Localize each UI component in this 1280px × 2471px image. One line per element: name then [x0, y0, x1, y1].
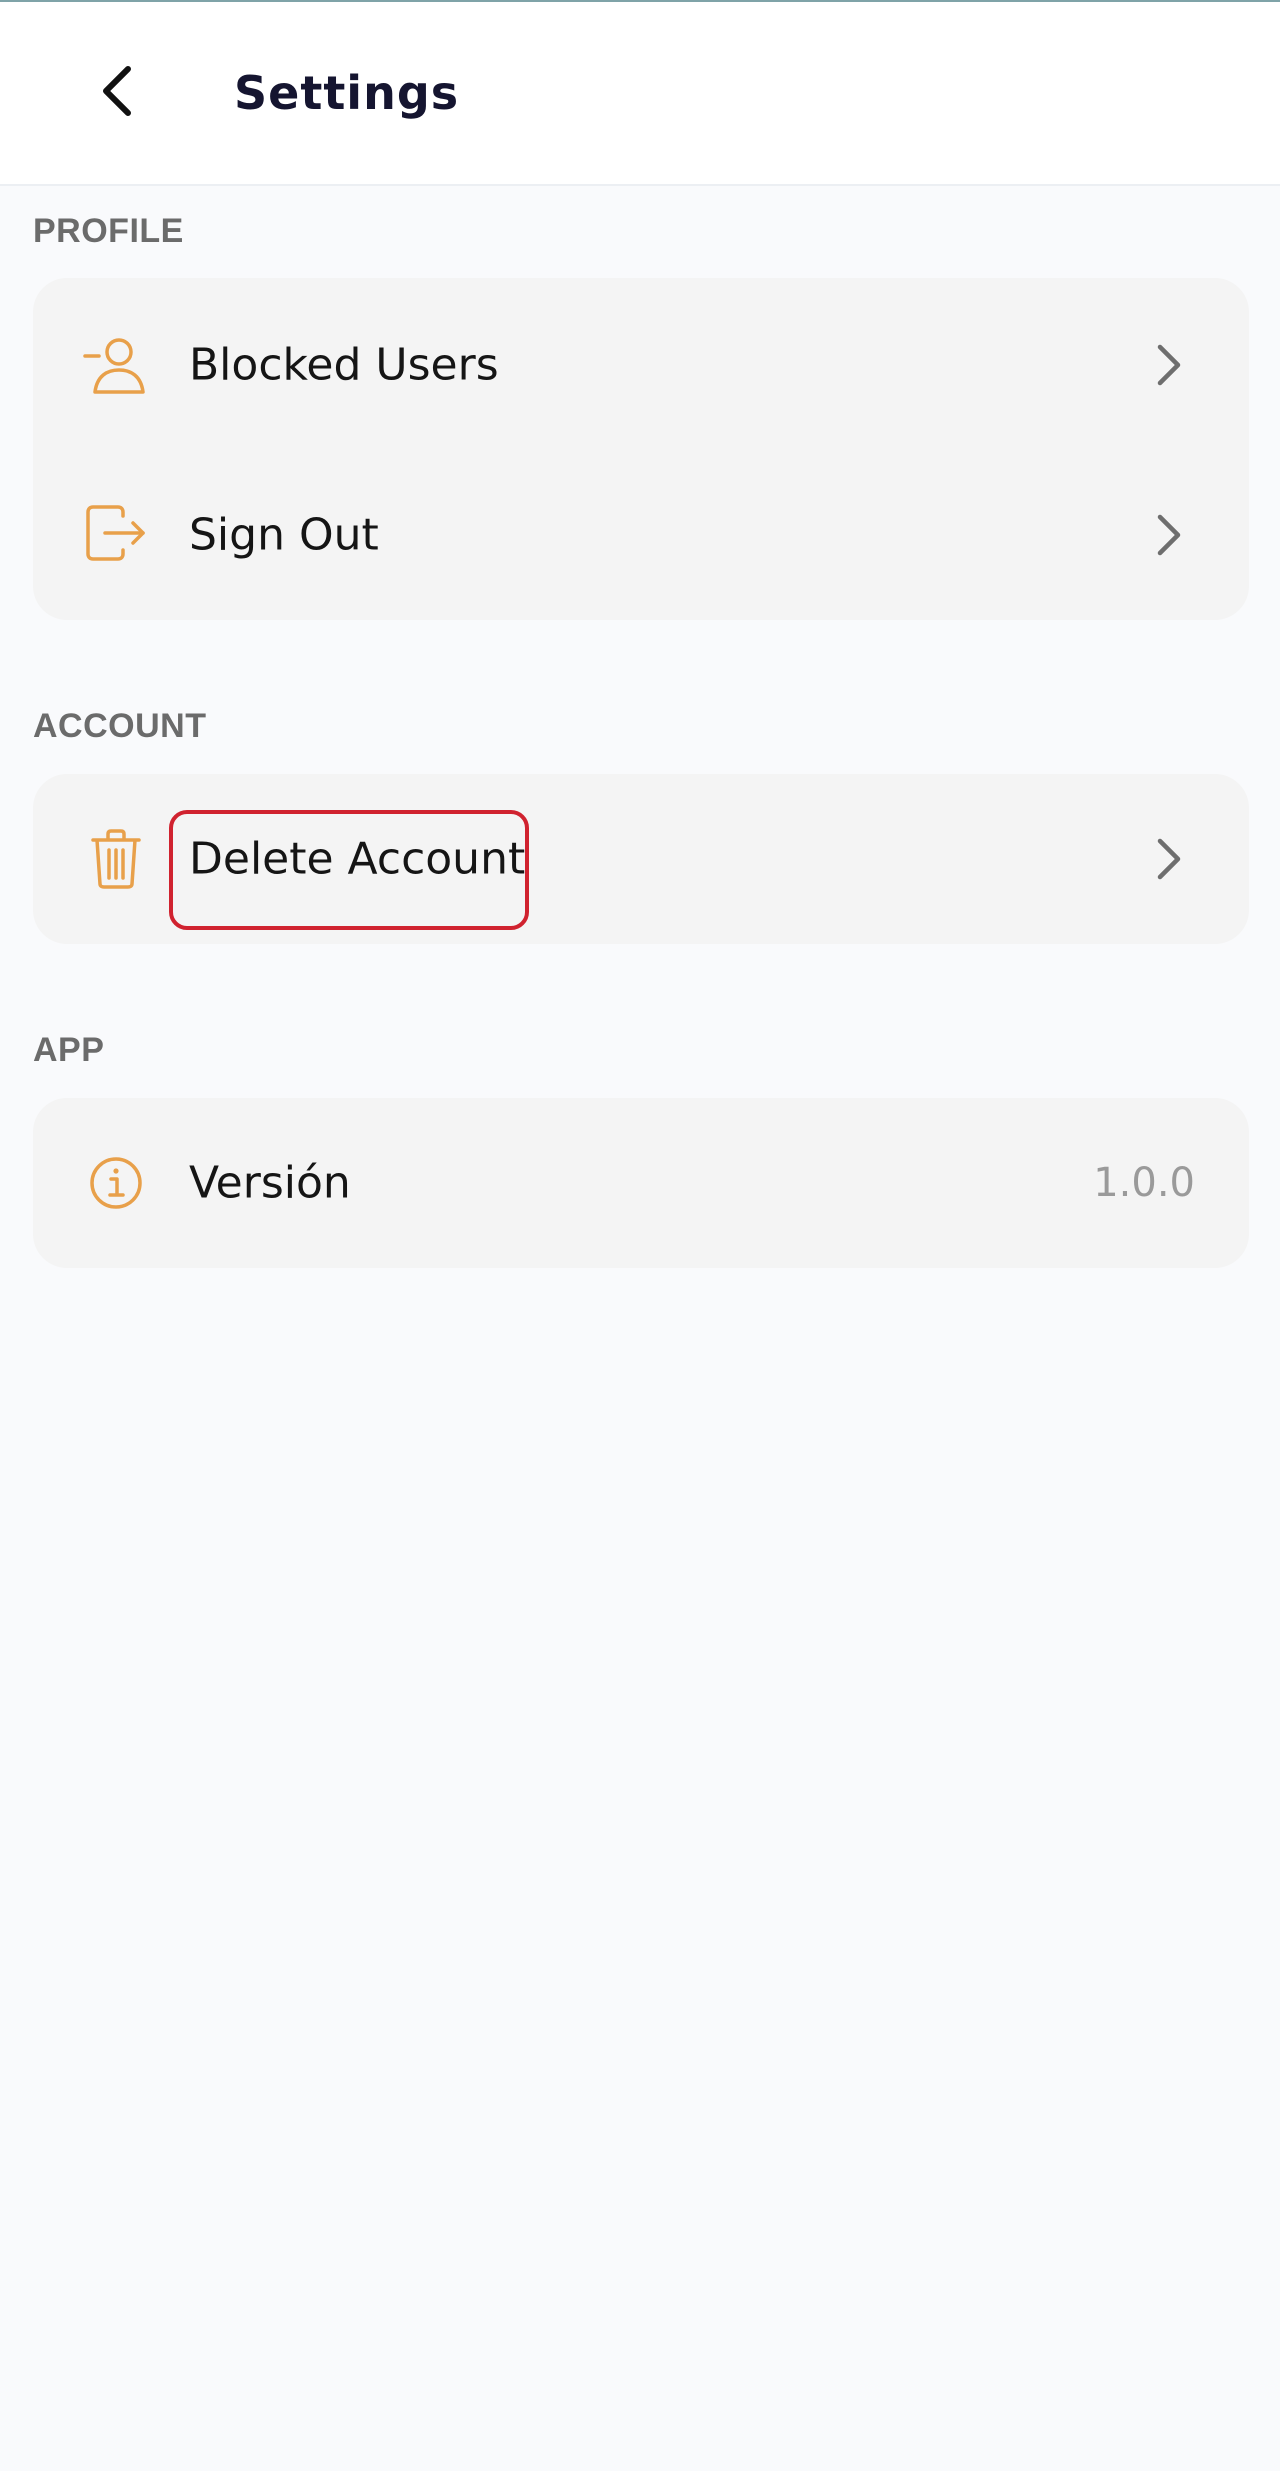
- back-button[interactable]: [78, 48, 158, 138]
- section-label-profile: PROFILE: [33, 212, 184, 250]
- settings-item-sign-out[interactable]: Sign Out: [33, 450, 1249, 620]
- settings-item-label: Blocked Users: [189, 339, 499, 391]
- account-card: Delete Account: [33, 774, 1249, 944]
- settings-item-blocked-users[interactable]: Blocked Users: [33, 280, 1249, 450]
- sign-out-icon: [83, 502, 149, 568]
- chevron-right-icon: [1149, 340, 1189, 390]
- app-header: Settings: [0, 2, 1280, 186]
- trash-icon: [83, 826, 149, 892]
- profile-card: Blocked Users Sign Out: [33, 278, 1249, 620]
- settings-item-label: Versión: [189, 1157, 351, 1209]
- settings-item-version: Versión 1.0.0: [33, 1098, 1249, 1268]
- user-minus-icon: [83, 332, 149, 398]
- app-card: Versión 1.0.0: [33, 1098, 1249, 1268]
- chevron-left-icon: [98, 63, 138, 124]
- highlight-box: [169, 810, 529, 930]
- settings-item-label: Sign Out: [189, 509, 379, 561]
- chevron-right-icon: [1149, 510, 1189, 560]
- section-label-account: ACCOUNT: [33, 707, 207, 745]
- page-title: Settings: [234, 66, 460, 120]
- info-icon: [83, 1150, 149, 1216]
- settings-item-delete-account[interactable]: Delete Account: [33, 774, 1249, 944]
- version-value: 1.0.0: [1093, 1160, 1195, 1206]
- section-label-app: APP: [33, 1031, 105, 1069]
- chevron-right-icon: [1149, 834, 1189, 884]
